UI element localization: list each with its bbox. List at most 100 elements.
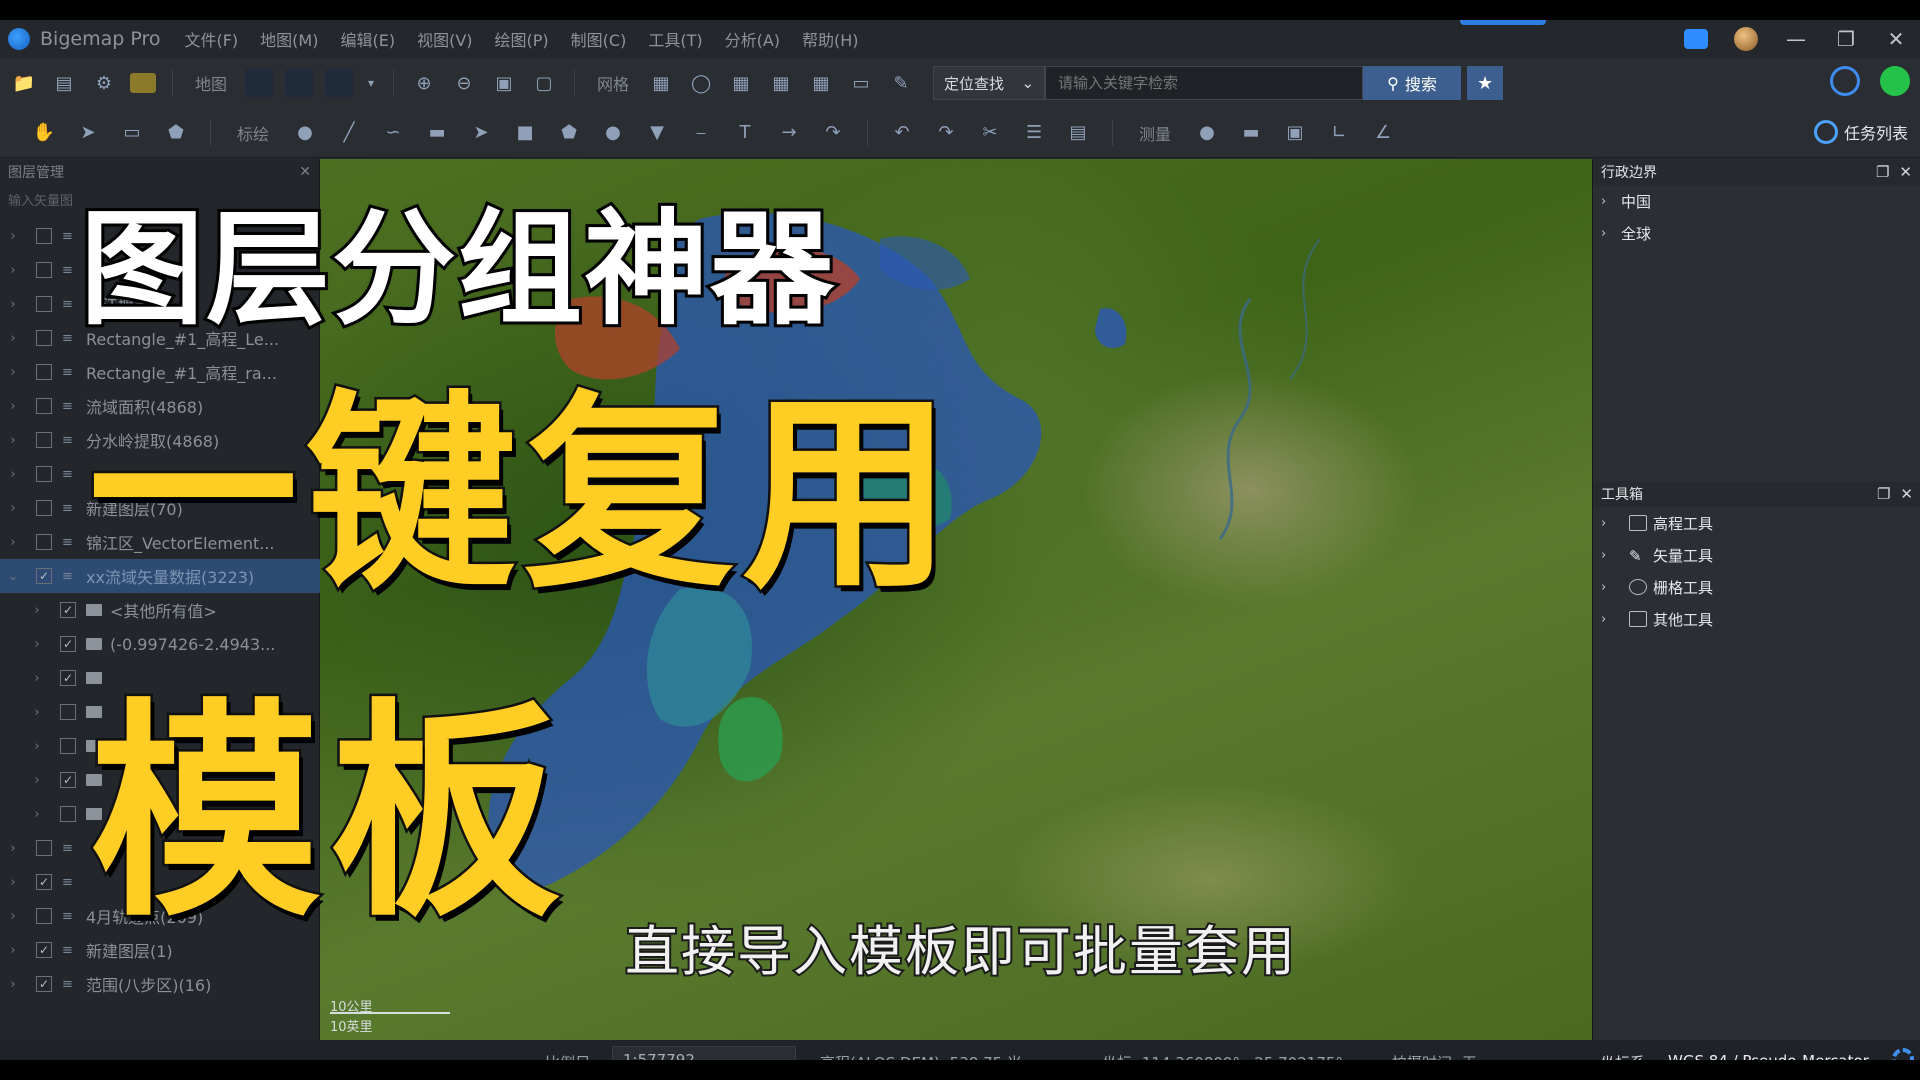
layer-checkbox[interactable] xyxy=(36,908,52,924)
circle-icon[interactable]: ● xyxy=(599,119,627,147)
menu-view[interactable]: 视图(V) xyxy=(417,27,472,51)
layer-checkbox[interactable] xyxy=(60,704,76,720)
layer-checkbox[interactable] xyxy=(36,432,52,448)
marker-pin-icon[interactable]: ● xyxy=(291,119,319,147)
menu-map[interactable]: 地图(M) xyxy=(260,27,318,51)
settings-gear-icon[interactable]: ⚙ xyxy=(90,69,118,97)
admin-item-global[interactable]: › 全球 xyxy=(1593,217,1920,249)
chevron-right-icon[interactable]: › xyxy=(0,263,26,278)
zoom-extent-icon[interactable]: ▣ xyxy=(490,69,518,97)
layer-row[interactable]: › ✓ (-0.997426-2.4943... xyxy=(0,627,320,661)
chevron-right-icon[interactable]: › xyxy=(0,841,26,856)
polyline-icon[interactable]: ∽ xyxy=(379,119,407,147)
wechat-icon[interactable] xyxy=(1880,66,1910,96)
layer-checkbox[interactable]: ✓ xyxy=(36,568,52,584)
pan-hand-icon[interactable]: ✋ xyxy=(30,119,58,147)
chevron-down-icon[interactable]: ▾ xyxy=(365,69,377,97)
menu-file[interactable]: 文件(F) xyxy=(184,27,238,51)
avatar[interactable] xyxy=(1734,27,1758,51)
message-icon[interactable] xyxy=(1684,29,1708,49)
chevron-right-icon[interactable]: › xyxy=(24,637,50,652)
curve-arrow-icon[interactable]: ↷ xyxy=(819,119,847,147)
favorite-star-icon[interactable]: ★ xyxy=(1467,66,1504,100)
mgrs-grid-icon[interactable]: ▦ xyxy=(807,69,835,97)
layer-row[interactable]: › ✓ ≡ 范围(八步区)(16) xyxy=(0,967,320,1001)
layer-checkbox[interactable]: ✓ xyxy=(36,976,52,992)
toolbox-item-other[interactable]: › 其他工具 xyxy=(1593,603,1920,635)
rectangle-icon[interactable]: ▬ xyxy=(423,119,451,147)
chevron-right-icon[interactable]: › xyxy=(24,739,50,754)
chevron-right-icon[interactable]: › xyxy=(0,501,26,516)
layer-checkbox[interactable] xyxy=(36,534,52,550)
notification-tab[interactable] xyxy=(1460,20,1546,25)
chevron-right-icon[interactable]: › xyxy=(24,807,50,822)
grid-folder-icon[interactable]: ▭ xyxy=(847,69,875,97)
chevron-right-icon[interactable]: › xyxy=(0,297,26,312)
pentagon-icon[interactable]: ⬟ xyxy=(555,119,583,147)
search-mode-select[interactable]: 定位查找 ⌄ xyxy=(933,66,1046,100)
zoom-out-icon[interactable]: ⊖ xyxy=(450,69,478,97)
save-icon[interactable]: ▤ xyxy=(50,69,78,97)
toolbox-item-vector[interactable]: › ✎ 矢量工具 xyxy=(1593,539,1920,571)
map-source-3-icon[interactable] xyxy=(325,69,354,97)
layer-checkbox[interactable] xyxy=(36,466,52,482)
arrow-right-icon[interactable]: → xyxy=(775,119,803,147)
layer-checkbox[interactable] xyxy=(36,296,52,312)
chevron-right-icon[interactable]: › xyxy=(0,365,26,380)
search-input[interactable] xyxy=(1045,66,1364,100)
text-underline-icon[interactable]: ⎯ xyxy=(687,119,715,147)
person-icon[interactable]: ● xyxy=(1193,119,1221,147)
layer-checkbox[interactable] xyxy=(36,840,52,856)
undo-icon[interactable]: ↶ xyxy=(888,119,916,147)
chevron-right-icon[interactable]: › xyxy=(0,535,26,550)
layer-checkbox[interactable] xyxy=(60,738,76,754)
menu-help[interactable]: 帮助(H) xyxy=(802,27,859,51)
layer-checkbox[interactable]: ✓ xyxy=(60,636,76,652)
chevron-down-icon[interactable]: ⌄ xyxy=(0,569,26,584)
layer-checkbox[interactable] xyxy=(36,228,52,244)
layer-checkbox[interactable]: ✓ xyxy=(36,942,52,958)
menu-draw[interactable]: 绘图(P) xyxy=(495,27,549,51)
scissors-icon[interactable]: ✂ xyxy=(976,119,1004,147)
chevron-right-icon[interactable]: › xyxy=(0,229,26,244)
grid-icon[interactable]: ▦ xyxy=(647,69,675,97)
brush-icon[interactable]: ✎ xyxy=(887,69,915,97)
km-grid-icon[interactable]: ▦ xyxy=(727,69,755,97)
toolbox-item-elevation[interactable]: › 高程工具 xyxy=(1593,507,1920,539)
admin-item-china[interactable]: › 中国 xyxy=(1593,185,1920,217)
layer-checkbox[interactable] xyxy=(36,330,52,346)
layer-checkbox[interactable] xyxy=(36,398,52,414)
angle-icon[interactable]: ∟ xyxy=(1325,119,1353,147)
float-window-icon[interactable]: ❐ xyxy=(1876,163,1889,181)
chevron-right-icon[interactable]: › xyxy=(24,671,50,686)
chevron-right-icon[interactable]: › xyxy=(0,875,26,890)
map-source-2-icon[interactable] xyxy=(285,69,314,97)
image-icon[interactable] xyxy=(130,73,156,93)
polygon-select-icon[interactable]: ⬟ xyxy=(162,119,190,147)
menu-analysis[interactable]: 分析(A) xyxy=(725,27,780,51)
open-folder-icon[interactable]: 📁 xyxy=(10,69,38,97)
list-icon[interactable]: ☰ xyxy=(1020,119,1048,147)
chevron-right-icon[interactable]: › xyxy=(0,977,26,992)
redo-icon[interactable]: ↷ xyxy=(932,119,960,147)
menu-tools[interactable]: 工具(T) xyxy=(648,27,702,51)
close-icon[interactable]: ✕ xyxy=(1900,485,1913,503)
restore-icon[interactable]: ❐ xyxy=(1834,27,1858,51)
lng-grid-icon[interactable]: ◯ xyxy=(687,69,715,97)
chevron-right-icon[interactable]: › xyxy=(0,433,26,448)
location-pin-icon[interactable] xyxy=(1830,66,1860,96)
chevron-right-icon[interactable]: › xyxy=(0,399,26,414)
layer-checkbox[interactable] xyxy=(36,262,52,278)
chevron-right-icon[interactable]: › xyxy=(24,773,50,788)
task-list-button[interactable]: 任务列表 xyxy=(1813,120,1908,144)
arrow-shape-icon[interactable]: ➤ xyxy=(467,119,495,147)
nm-grid-icon[interactable]: ▦ xyxy=(767,69,795,97)
float-window-icon[interactable]: ❐ xyxy=(1877,485,1890,503)
area-measure-icon[interactable]: ▣ xyxy=(1281,119,1309,147)
sector-icon[interactable]: ▼ xyxy=(643,119,671,147)
close-icon[interactable]: ✕ xyxy=(1899,163,1912,181)
ruler-icon[interactable]: ▬ xyxy=(1237,119,1265,147)
bearing-icon[interactable]: ∠ xyxy=(1369,119,1397,147)
fullscreen-icon[interactable]: ▢ xyxy=(530,69,558,97)
layer-checkbox[interactable]: ✓ xyxy=(60,772,76,788)
